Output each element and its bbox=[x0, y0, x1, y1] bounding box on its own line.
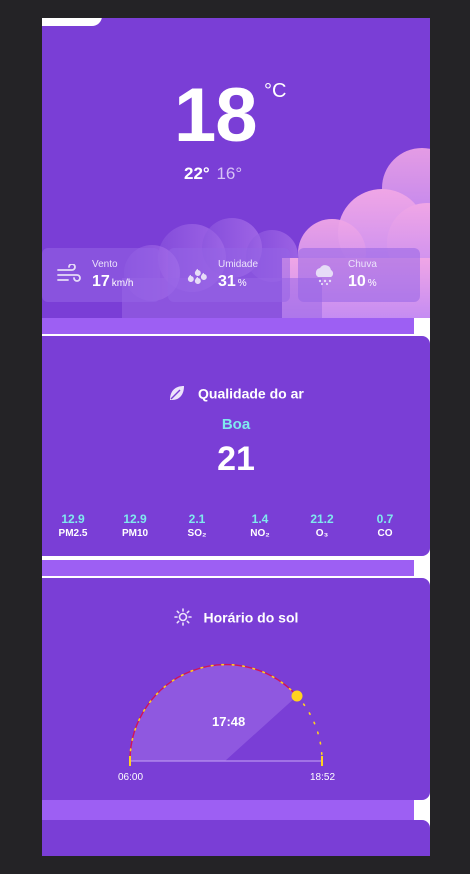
wind-stat[interactable]: Vento 17 km/h bbox=[42, 248, 160, 302]
air-quality-card[interactable]: Qualidade do ar Boa 21 12.9 PM2.5 12.9 P… bbox=[42, 336, 430, 556]
sunset-time: 18:52 bbox=[310, 772, 336, 783]
section-divider bbox=[42, 318, 414, 334]
pollutant-pm10: 12.9 PM10 bbox=[121, 512, 149, 539]
humidity-label: Umidade bbox=[218, 259, 259, 270]
humidity-stat[interactable]: Umidade 31% bbox=[168, 248, 290, 302]
current-time: 17:48 bbox=[212, 714, 246, 729]
pollutant-o3: 21.2 O₃ bbox=[310, 512, 334, 539]
sun-path-remaining bbox=[296, 695, 323, 762]
current-weather-panel: 18 °C 22° 16° Vento 17 km/h Umidade 31 %… bbox=[42, 18, 430, 318]
humidity-icon bbox=[187, 268, 207, 284]
leaf-icon bbox=[170, 386, 185, 401]
rain-stat[interactable]: Chuva 10% bbox=[298, 248, 420, 302]
current-temperature: 18 bbox=[174, 73, 258, 158]
air-quality-title: Qualidade do ar bbox=[42, 384, 430, 402]
humidity-value: 31% bbox=[218, 273, 247, 290]
pollutant-co: 0.7 CO bbox=[376, 512, 394, 539]
app-screen: 18 °C 22° 16° Vento 17 km/h Umidade 31 %… bbox=[42, 18, 430, 856]
sunrise-time: 06:00 bbox=[118, 772, 144, 783]
pollutant-no2: 1.4 NO₂ bbox=[250, 512, 270, 539]
rain-cloud-icon bbox=[315, 265, 334, 286]
air-quality-status: Boa bbox=[221, 416, 251, 433]
air-quality-index: 21 bbox=[217, 440, 255, 478]
top-tab[interactable] bbox=[42, 18, 102, 26]
rain-label: Chuva bbox=[348, 259, 377, 270]
elapsed-daylight-area bbox=[129, 664, 297, 761]
high-temperature: 22° bbox=[184, 164, 210, 183]
sun-path-diagram bbox=[129, 663, 323, 766]
pollutant-so2: 2.1 SO₂ bbox=[187, 512, 207, 539]
high-low-temperature: 22° 16° bbox=[184, 164, 242, 184]
temperature-unit: °C bbox=[264, 80, 287, 102]
sun-times-card[interactable]: Horário do sol 17:48 06:00 18:52 bbox=[42, 578, 430, 800]
wind-icon bbox=[57, 264, 81, 282]
wind-value: 17 km/h bbox=[92, 273, 134, 290]
next-card[interactable] bbox=[42, 820, 430, 856]
low-temperature: 16° bbox=[216, 164, 243, 183]
pollutant-pm25: 12.9 PM2.5 bbox=[58, 512, 88, 539]
wind-label: Vento bbox=[92, 259, 118, 270]
section-divider bbox=[42, 560, 414, 576]
section-divider bbox=[42, 800, 414, 820]
sun-position-marker bbox=[291, 690, 303, 702]
rain-value: 10% bbox=[348, 273, 377, 290]
